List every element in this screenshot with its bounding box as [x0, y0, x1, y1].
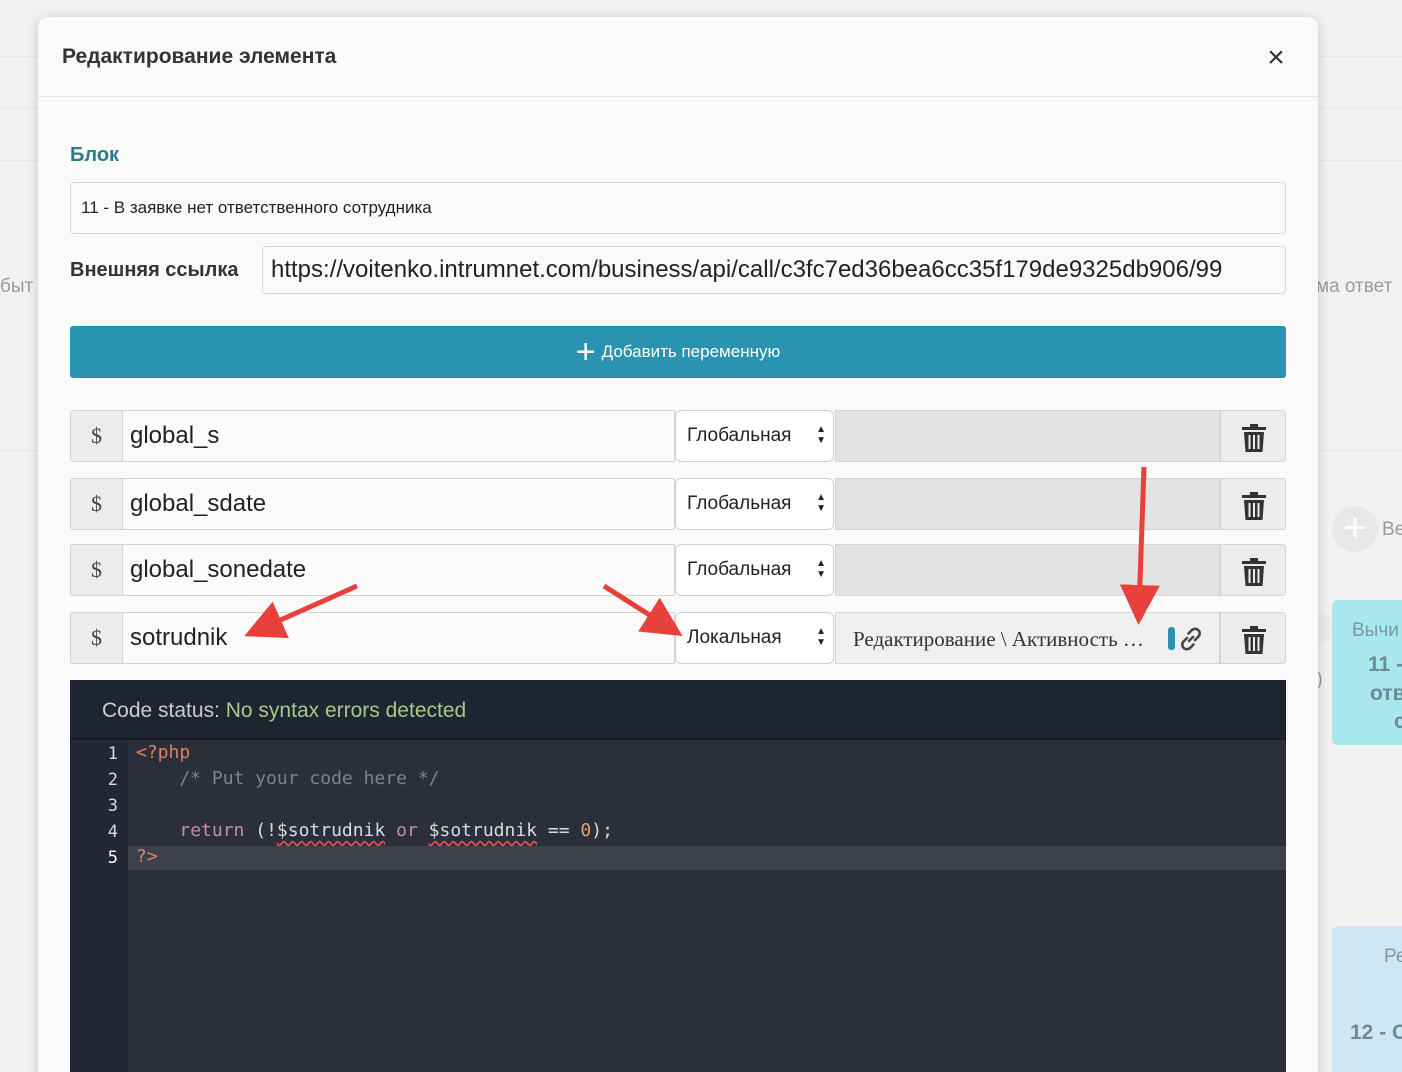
variable-value-field[interactable]: [835, 544, 1220, 596]
block-input[interactable]: [70, 182, 1286, 234]
delete-variable-button[interactable]: [1220, 612, 1286, 664]
bg-card-line: отв: [1370, 682, 1402, 705]
code-token-variable: $sotrudnik: [276, 820, 386, 841]
dollar-prefix: $: [70, 478, 122, 530]
scope-select[interactable]: Глобальная ▲ ▼: [675, 544, 834, 596]
code-status-bar: Code status: No syntax errors detected: [70, 680, 1286, 740]
bg-add-icon[interactable]: +: [1332, 506, 1378, 552]
code-token-number: 0: [580, 820, 592, 841]
code-line: <?php: [136, 742, 191, 763]
scope-select-value: Глобальная: [687, 425, 792, 446]
external-link-input[interactable]: [262, 246, 1286, 294]
trash-icon: [1242, 626, 1266, 654]
select-arrows-icon: ▲ ▼: [816, 424, 826, 446]
close-button[interactable]: ×: [1264, 43, 1288, 73]
variable-value-field[interactable]: Редактирование \ Активность …: [835, 612, 1220, 664]
code-line: return (!$sotrudnik or $sotrudnik == 0);: [136, 820, 613, 841]
variable-value-field[interactable]: [835, 478, 1220, 530]
plus-icon: +: [575, 333, 596, 371]
delete-variable-button[interactable]: [1220, 478, 1286, 530]
variable-row: $ global_s Глобальная ▲ ▼: [70, 410, 1286, 462]
variable-name-input[interactable]: sotrudnik: [122, 612, 675, 664]
code-status-value: No syntax errors detected: [225, 699, 467, 722]
trash-icon: [1242, 492, 1266, 520]
variable-row: $ global_sdate Глобальная ▲ ▼: [70, 478, 1286, 530]
variable-row: $ global_sonedate Глобальная ▲ ▼: [70, 544, 1286, 596]
dollar-prefix: $: [70, 410, 122, 462]
delete-variable-button[interactable]: [1220, 410, 1286, 462]
code-token: );: [591, 820, 613, 841]
bg-card-title: Вычи: [1352, 620, 1399, 641]
code-token: (!: [244, 820, 277, 841]
scope-select[interactable]: Глобальная ▲ ▼: [675, 410, 834, 462]
bg-card-line: 12 - С: [1350, 1021, 1402, 1044]
modal-title: Редактирование элемента: [62, 45, 337, 68]
external-link-label: Внешняя ссылка: [70, 259, 239, 281]
add-variable-button[interactable]: + Добавить переменную: [70, 326, 1286, 378]
code-status-label: Code status:: [102, 699, 220, 722]
add-variable-label: Добавить переменную: [601, 342, 781, 361]
variable-name-input[interactable]: global_sonedate: [122, 544, 675, 596]
code-line: /* Put your code here */: [136, 768, 440, 789]
code-token: ==: [537, 820, 581, 841]
scope-select[interactable]: Глобальная ▲ ▼: [675, 478, 834, 530]
variable-row: $ sotrudnik Локальная ▲ ▼ Редактирование …: [70, 612, 1286, 664]
bg-card-line: 11 -: [1368, 653, 1402, 676]
line-number: 3: [107, 796, 118, 816]
dollar-prefix: $: [70, 544, 122, 596]
block-label: Блок: [70, 144, 120, 166]
modal-header: Редактирование элемента ×: [38, 17, 1318, 97]
select-arrows-icon: ▲ ▼: [816, 558, 826, 580]
code-token-variable: $sotrudnik: [428, 820, 538, 841]
code-line: ?>: [136, 846, 158, 867]
value-cursor: [1168, 627, 1175, 650]
scope-select-value: Глобальная: [687, 559, 792, 580]
scope-select-value: Локальная: [687, 627, 782, 648]
active-line-highlight: [70, 846, 1286, 870]
variable-value: Редактирование \ Активность …: [853, 627, 1144, 651]
bg-add-label: Be: [1382, 519, 1402, 540]
select-arrows-icon: ▲ ▼: [816, 626, 826, 648]
line-number: 1: [107, 744, 118, 764]
edit-element-modal: Редактирование элемента × Блок Внешняя с…: [38, 17, 1318, 1072]
line-number: 2: [107, 770, 118, 790]
trash-icon: [1242, 424, 1266, 452]
link-icon[interactable]: [1176, 624, 1206, 654]
bg-card-line: с: [1394, 710, 1402, 733]
scope-select-value: Глобальная: [687, 493, 792, 514]
code-editor[interactable]: Code status: No syntax errors detected 1…: [70, 680, 1286, 1072]
trash-icon: [1242, 558, 1266, 586]
scope-select[interactable]: Локальная ▲ ▼: [675, 612, 834, 664]
bg-text-right: ма ответ: [1316, 276, 1393, 297]
bg-text-left: быт: [0, 276, 34, 297]
variable-value-field[interactable]: [835, 410, 1220, 462]
bg-card-title: Ре: [1384, 946, 1402, 967]
code-token-keyword: return: [179, 820, 245, 841]
delete-variable-button[interactable]: [1220, 544, 1286, 596]
dollar-prefix: $: [70, 612, 122, 664]
line-number: 5: [107, 848, 118, 868]
variable-name-input[interactable]: global_sdate: [122, 478, 675, 530]
select-arrows-icon: ▲ ▼: [816, 492, 826, 514]
line-number-gutter: 1 2 3 4 5: [70, 740, 128, 1072]
variable-name-input[interactable]: global_s: [122, 410, 675, 462]
line-number: 4: [107, 822, 118, 842]
code-token-keyword: or: [396, 820, 418, 841]
code-status: Code status: No syntax errors detected: [102, 699, 466, 723]
